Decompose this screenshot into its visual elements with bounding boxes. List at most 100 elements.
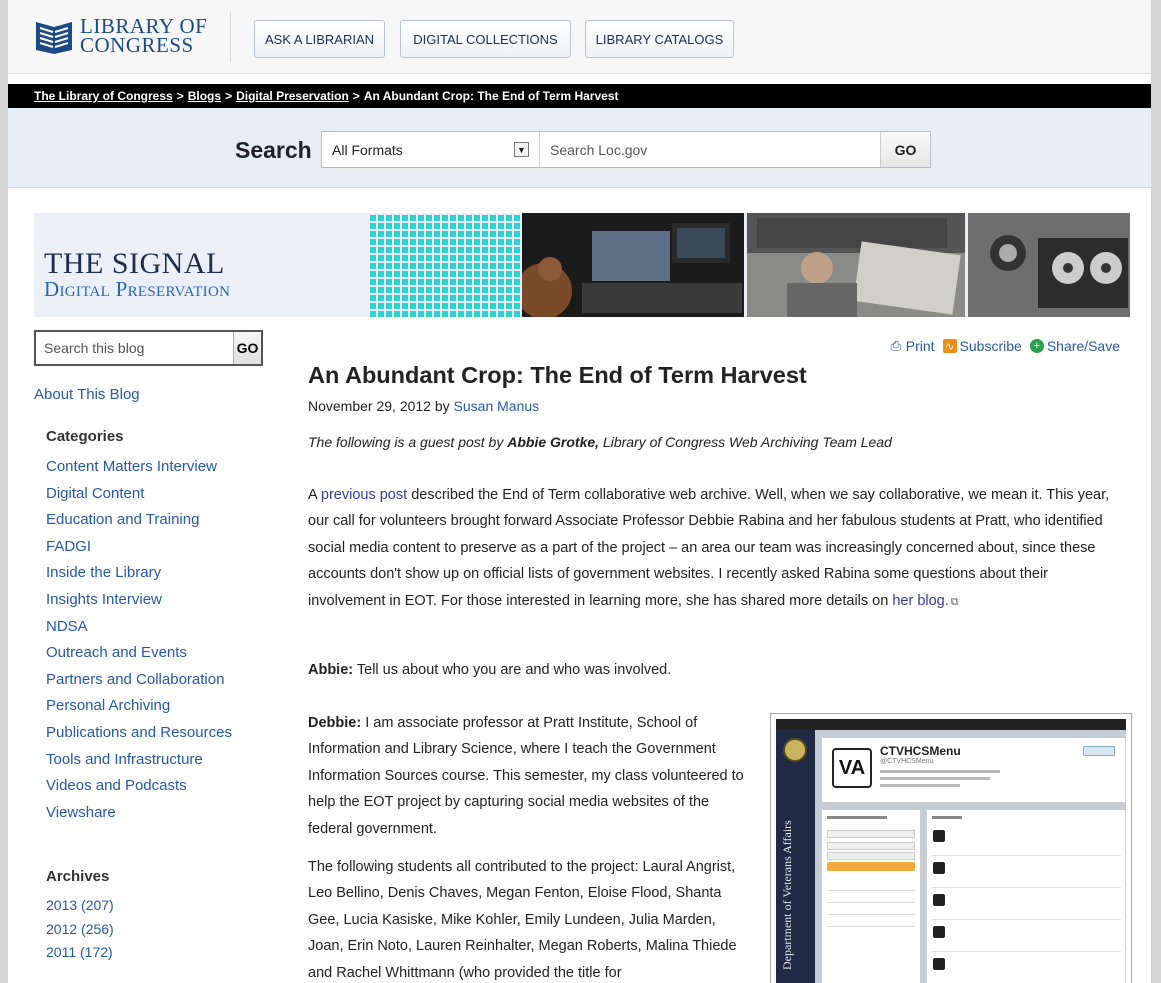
archive-year-link[interactable]: 2013 (207)	[46, 897, 114, 913]
format-select-value: All Formats	[332, 141, 403, 158]
archive-item: 2013 (207)	[46, 894, 264, 918]
category-link[interactable]: Publications and Resources	[46, 724, 232, 741]
archive-item: 2012 (256)	[46, 918, 264, 942]
twitter-field	[827, 830, 915, 838]
category-link[interactable]: Digital Content	[46, 485, 144, 502]
tweet-avatar-icon	[933, 830, 945, 842]
speaker-label: Debbie:	[308, 715, 362, 731]
previous-post-link[interactable]: previous post	[321, 487, 407, 503]
archive-year-link[interactable]: 2012 (256)	[46, 921, 114, 937]
twitter-divider	[827, 902, 915, 903]
twitter-field	[827, 842, 915, 850]
archive-item: 2011 (172)	[46, 941, 264, 965]
twitter-screenshot-figure[interactable]: Department of Veterans Affairs VA CTVHCS…	[770, 713, 1132, 983]
paragraph-text: described the End of Term collaborative …	[308, 487, 1110, 609]
blog-search-input[interactable]	[36, 332, 233, 364]
tweet-avatar-icon	[933, 926, 945, 938]
header-divider	[230, 12, 231, 62]
her-blog-link[interactable]: her blog. ⧉	[892, 593, 958, 609]
category-item: Partners and Collaboration	[46, 667, 264, 694]
category-item: Insights Interview	[46, 587, 264, 614]
about-this-blog-link[interactable]: About This Blog	[34, 386, 264, 403]
twitter-divider	[827, 914, 915, 915]
site-header: LIBRARY OF CONGRESS ASK A LIBRARIAN DIGI…	[8, 0, 1151, 74]
breadcrumb-separator: >	[225, 89, 233, 103]
breadcrumb-home-link[interactable]: The Library of Congress	[34, 89, 173, 103]
share-save-link[interactable]: + Share/Save	[1029, 338, 1120, 354]
post-title: An Abundant Crop: The End of Term Harves…	[308, 362, 807, 388]
banner-title: THE SIGNAL	[44, 247, 225, 280]
intro-guest-name: Abbie Grotke,	[507, 434, 600, 450]
logo-text: LIBRARY OF CONGRESS	[80, 16, 207, 57]
category-link[interactable]: FADGI	[46, 538, 91, 555]
twitter-bio-line	[880, 777, 990, 780]
category-item: Inside the Library	[46, 560, 264, 587]
breadcrumb-blogs-link[interactable]: Blogs	[188, 89, 221, 103]
search-input[interactable]	[540, 132, 880, 167]
breadcrumb-separator: >	[352, 89, 360, 103]
twitter-tweet	[931, 826, 1121, 856]
category-link[interactable]: Education and Training	[46, 511, 199, 528]
twitter-follow-panel	[821, 809, 921, 983]
category-link[interactable]: NDSA	[46, 618, 88, 635]
paragraph-text: A	[308, 487, 317, 503]
logo-line-2: CONGRESS	[80, 33, 194, 57]
category-link[interactable]: Inside the Library	[46, 564, 161, 581]
ask-a-librarian-button[interactable]: ASK A LIBRARIAN	[254, 20, 385, 58]
digital-collections-button[interactable]: DIGITAL COLLECTIONS	[400, 20, 571, 58]
twitter-bio-line	[880, 770, 1000, 773]
category-link[interactable]: Viewshare	[46, 804, 116, 821]
archive-year-link[interactable]: 2011 (172)	[46, 944, 113, 960]
breadcrumb-digital-preservation-link[interactable]: Digital Preservation	[236, 89, 349, 103]
post-paragraph: A previous post described the End of Ter…	[308, 482, 1120, 615]
banner-photo-control-room	[522, 213, 744, 317]
twitter-divider	[827, 926, 915, 927]
category-link[interactable]: Videos and Podcasts	[46, 777, 187, 794]
twitter-tweet	[931, 922, 1121, 952]
banner-photo-newspaper	[747, 213, 965, 317]
post-paragraph: The following students all contributed t…	[308, 854, 753, 983]
subscribe-link[interactable]: ∿ Subscribe	[942, 338, 1022, 354]
twitter-tweets-panel	[926, 809, 1126, 983]
subscribe-label: Subscribe	[959, 338, 1022, 354]
blog-banner[interactable]: THE SIGNAL Digital Preservation	[34, 213, 1130, 317]
search-go-button[interactable]: GO	[880, 132, 930, 167]
category-link[interactable]: Tools and Infrastructure	[46, 751, 203, 768]
print-link[interactable]: ⎙ Print	[889, 338, 935, 354]
post-meta: November 29, 2012 by Susan Manus	[308, 398, 539, 414]
speaker-label: Abbie:	[308, 662, 354, 678]
category-item: Education and Training	[46, 507, 264, 534]
category-link[interactable]: Content Matters Interview	[46, 458, 217, 475]
categories-list: Content Matters Interview Digital Content…	[46, 454, 264, 826]
post-paragraph: Abbie: Tell us about who you are and who…	[308, 657, 671, 683]
twitter-side-text: Department of Veterans Affairs	[780, 820, 794, 970]
twitter-tweet	[931, 858, 1121, 888]
blog-search-box: GO	[34, 330, 263, 366]
share-save-label: Share/Save	[1046, 338, 1120, 354]
archives-heading: Archives	[46, 868, 110, 886]
category-link[interactable]: Outreach and Events	[46, 644, 187, 661]
post-author-link[interactable]: Susan Manus	[454, 398, 540, 414]
intro-suffix: Library of Congress Web Archiving Team L…	[602, 434, 892, 450]
her-blog-link-label: her blog.	[892, 592, 949, 609]
category-item: FADGI	[46, 534, 264, 561]
category-link[interactable]: Personal Archiving	[46, 697, 170, 714]
category-item: Personal Archiving	[46, 693, 264, 720]
category-item: Videos and Podcasts	[46, 773, 264, 800]
library-catalogs-button[interactable]: LIBRARY CATALOGS	[585, 20, 734, 58]
blog-search-go-button[interactable]: GO	[233, 332, 261, 364]
printer-icon: ⎙	[890, 338, 901, 353]
category-link[interactable]: Insights Interview	[46, 591, 162, 608]
loc-book-icon	[36, 22, 72, 54]
breadcrumb: The Library of Congress > Blogs > Digita…	[8, 84, 1151, 108]
twitter-panel-heading	[827, 816, 887, 819]
banner-photo-tape-machine	[968, 213, 1130, 317]
twitter-handle: @CTVHCSMenu	[880, 758, 934, 765]
breadcrumb-current: An Abundant Crop: The End of Term Harves…	[363, 89, 619, 103]
loc-logo[interactable]: LIBRARY OF CONGRESS	[34, 16, 207, 57]
print-label: Print	[905, 338, 935, 354]
format-select[interactable]: All Formats ▼	[322, 132, 540, 167]
category-link[interactable]: Partners and Collaboration	[46, 671, 224, 688]
twitter-field	[827, 852, 915, 860]
banner-grid-graphic	[370, 213, 522, 317]
